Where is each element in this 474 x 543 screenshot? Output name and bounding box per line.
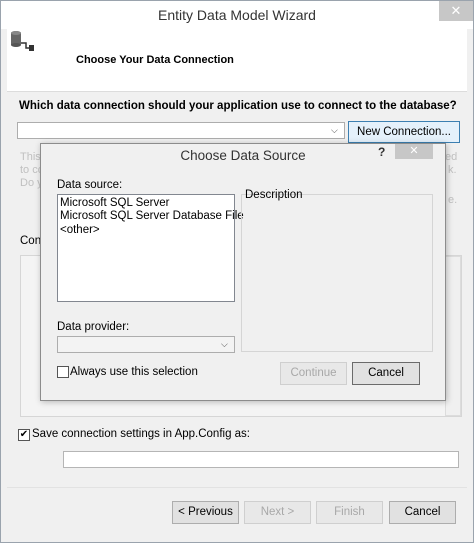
wizard-title: Entity Data Model Wizard [158, 7, 316, 23]
config-name-input[interactable] [63, 451, 459, 468]
obscured-text-line: ed [445, 151, 458, 163]
save-settings-label: Save connection settings in App.Config a… [32, 428, 251, 440]
connection-question: Which data connection should your applic… [19, 100, 457, 112]
close-icon: ✕ [450, 3, 462, 18]
finish-button[interactable]: Finish [316, 501, 383, 524]
obscured-text-line: e. [448, 194, 458, 206]
footer-divider [7, 487, 467, 488]
next-button[interactable]: Next > [244, 501, 311, 524]
connection-string-scrollbar[interactable] [445, 256, 461, 416]
checkmark-icon: ✔ [19, 429, 29, 440]
list-item[interactable]: Microsoft SQL Server Database File [60, 210, 244, 222]
continue-button[interactable]: Continue [280, 362, 347, 385]
list-item[interactable]: <other> [60, 224, 100, 236]
data-source-label: Data source: [57, 179, 123, 191]
close-icon: ✕ [409, 145, 419, 157]
chevron-down-icon: ⌵ [331, 125, 338, 135]
data-provider-dropdown[interactable]: ⌵ [57, 336, 235, 353]
wizard-header: Choose Your Data Connection [7, 29, 467, 92]
always-use-label: Always use this selection [70, 366, 198, 378]
new-connection-button[interactable]: New Connection... [348, 121, 460, 143]
description-label: Description [245, 189, 303, 201]
obscured-text-line: k. [448, 164, 457, 176]
wizard-close-button[interactable]: ✕ [439, 1, 473, 21]
save-settings-checkbox[interactable]: ✔ [18, 429, 30, 441]
dialog-cancel-button[interactable]: Cancel [352, 362, 420, 385]
chevron-down-icon: ⌵ [221, 339, 228, 349]
dialog-titlebar: Choose Data Source ? ✕ [41, 144, 445, 166]
description-panel [241, 194, 433, 352]
always-use-checkbox[interactable] [57, 366, 69, 378]
database-connection-icon [11, 31, 34, 51]
list-item[interactable]: Microsoft SQL Server [60, 197, 170, 209]
wizard-cancel-button[interactable]: Cancel [389, 501, 456, 524]
choose-data-source-dialog: Choose Data Source ? ✕ Data source: Micr… [40, 143, 446, 401]
data-connection-dropdown[interactable]: ⌵ [17, 122, 345, 139]
data-source-list[interactable]: Microsoft SQL Server Microsoft SQL Serve… [57, 194, 244, 302]
dialog-close-button[interactable]: ✕ [395, 144, 433, 159]
wizard-heading: Choose Your Data Connection [76, 54, 234, 66]
obscured-text-line: This [20, 151, 41, 163]
help-icon[interactable]: ? [378, 145, 385, 159]
data-provider-label: Data provider: [57, 321, 130, 333]
wizard-titlebar: Entity Data Model Wizard ✕ [1, 1, 473, 29]
previous-button[interactable]: < Previous [172, 501, 239, 524]
